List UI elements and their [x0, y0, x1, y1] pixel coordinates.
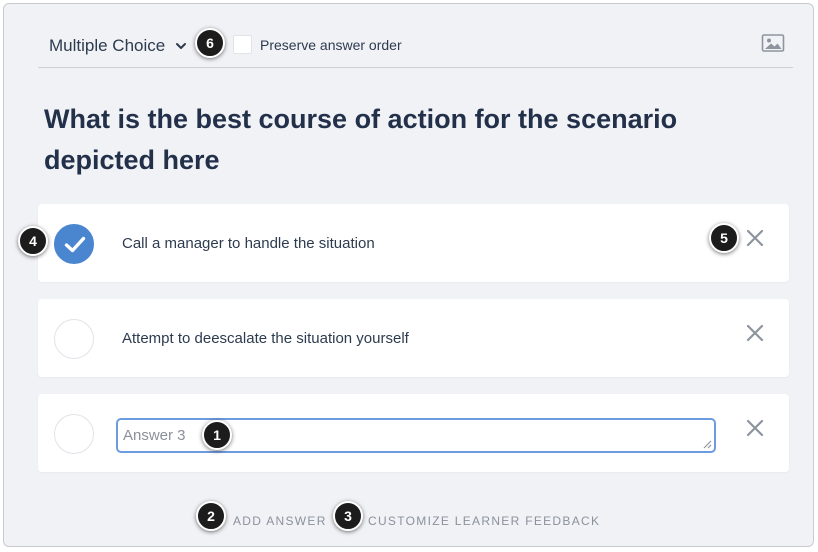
correct-answer-toggle[interactable]: [54, 224, 94, 264]
chevron-down-icon: [176, 43, 187, 49]
answer-row-2: Attempt to deescalate the situation your…: [38, 299, 789, 377]
answer-text[interactable]: Attempt to deescalate the situation your…: [122, 330, 409, 347]
close-icon[interactable]: [745, 228, 765, 248]
check-icon: [64, 236, 86, 253]
close-icon[interactable]: [745, 418, 765, 438]
preserve-order-checkbox[interactable]: [233, 35, 252, 54]
callout-badge-3: 3: [333, 501, 363, 531]
customize-feedback-link[interactable]: CUSTOMIZE LEARNER FEEDBACK: [368, 514, 600, 528]
answer-text[interactable]: Call a manager to handle the situation: [122, 235, 375, 252]
question-title[interactable]: What is the best course of action for th…: [44, 99, 744, 181]
answer-actions: ADD ANSWER CUSTOMIZE LEARNER FEEDBACK: [4, 514, 813, 534]
callout-badge-6: 6: [195, 28, 225, 58]
question-editor: Multiple Choice Preserve answer order Wh…: [3, 3, 814, 547]
close-icon[interactable]: [745, 323, 765, 343]
answer-row-1: Call a manager to handle the situation: [38, 204, 789, 282]
resize-grip-icon[interactable]: [702, 439, 712, 449]
image-icon[interactable]: [761, 33, 785, 53]
callout-badge-2: 2: [196, 501, 226, 531]
correct-answer-toggle[interactable]: [54, 414, 94, 454]
callout-badge-5: 5: [709, 223, 739, 253]
callout-badge-4: 4: [18, 226, 48, 256]
correct-answer-toggle[interactable]: [54, 319, 94, 359]
question-type-label: Multiple Choice: [49, 36, 166, 55]
question-type-dropdown[interactable]: Multiple Choice: [49, 34, 187, 58]
question-toolbar: Multiple Choice Preserve answer order: [38, 26, 793, 68]
add-answer-link[interactable]: ADD ANSWER: [233, 514, 327, 528]
callout-badge-1: 1: [202, 420, 232, 450]
answer-row-3: [38, 394, 789, 472]
preserve-order-option: Preserve answer order: [233, 35, 402, 54]
preserve-order-label: Preserve answer order: [260, 36, 402, 53]
